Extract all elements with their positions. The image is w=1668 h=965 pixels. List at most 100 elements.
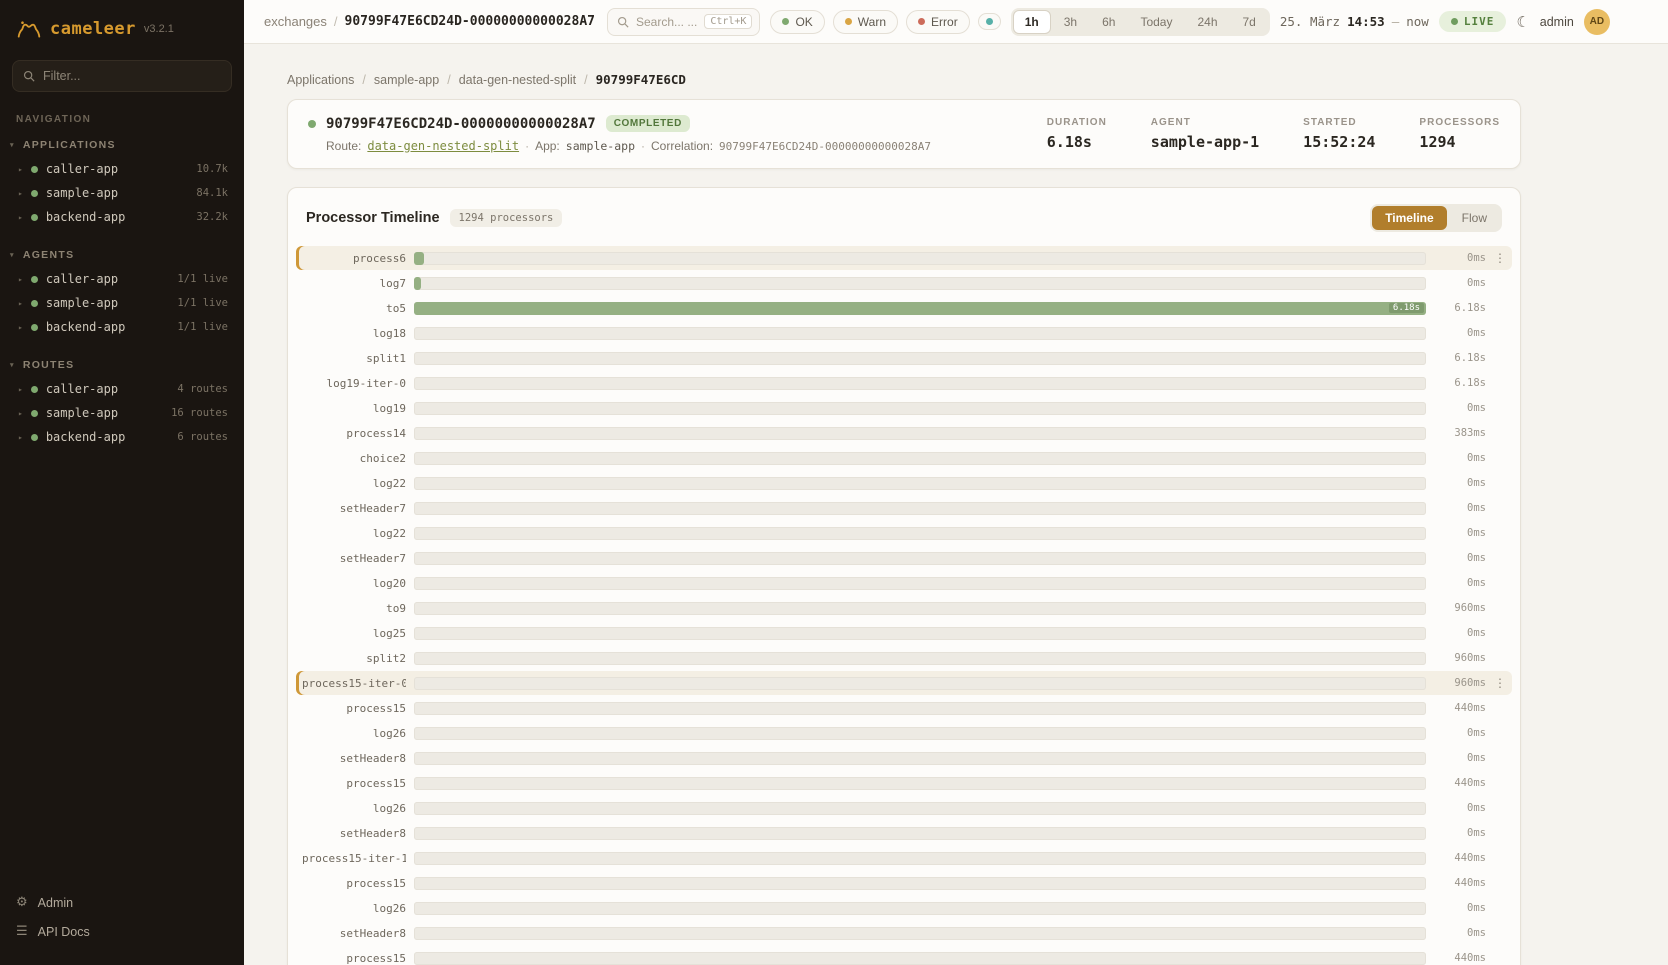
timeline-row-process15[interactable]: process15 440ms ⋮	[296, 871, 1512, 895]
sidebar-item-sample-app[interactable]: ▸ sample-app 84.1k	[0, 181, 244, 205]
sidebar-item-backend-app[interactable]: ▸ backend-app 1/1 live	[0, 315, 244, 339]
duration-value: 960ms	[1434, 652, 1486, 664]
sidebar-item-label: backend-app	[46, 430, 125, 444]
timeline-row-process6[interactable]: process6 0ms ⋮	[296, 246, 1512, 270]
search-placeholder: Search... ...	[636, 15, 697, 29]
processor-name: process14	[302, 427, 406, 440]
exchange-info: 90799F47E6CD24D-00000000000028A7 COMPLET…	[308, 115, 931, 153]
range-7d[interactable]: 7d	[1231, 10, 1268, 34]
dark-mode-toggle-icon[interactable]: ☾	[1516, 13, 1529, 31]
timeline-track	[414, 927, 1426, 940]
user-menu[interactable]: admin	[1540, 15, 1574, 29]
timeline-row-process15[interactable]: process15 440ms ⋮	[296, 696, 1512, 720]
timeline-row-log22[interactable]: log22 0ms ⋮	[296, 521, 1512, 545]
breadcrumb-data-gen-nested-split[interactable]: data-gen-nested-split	[459, 73, 576, 87]
filter-pill-extra[interactable]	[978, 13, 1001, 30]
timeline-row-log26[interactable]: log26 0ms ⋮	[296, 796, 1512, 820]
chevron-right-icon: ▸	[18, 189, 23, 198]
timeline-row-setHeader7[interactable]: setHeader7 0ms ⋮	[296, 546, 1512, 570]
breadcrumb-Applications[interactable]: Applications	[287, 73, 354, 87]
duration-value: 960ms	[1434, 602, 1486, 614]
status-dot-icon	[31, 214, 38, 221]
timeline-row-process15[interactable]: process15 440ms ⋮	[296, 946, 1512, 965]
timeline-row-process15[interactable]: process15 440ms ⋮	[296, 771, 1512, 795]
timeline-row-choice2[interactable]: choice2 0ms ⋮	[296, 446, 1512, 470]
range-24h[interactable]: 24h	[1185, 10, 1229, 34]
timeline-row-setHeader8[interactable]: setHeader8 0ms ⋮	[296, 821, 1512, 845]
timeline-row-split2[interactable]: split2 960ms ⋮	[296, 646, 1512, 670]
chevron-right-icon: ▸	[18, 165, 23, 174]
timeline-row-setHeader8[interactable]: setHeader8 0ms ⋮	[296, 746, 1512, 770]
timeline-row-to9[interactable]: to9 960ms ⋮	[296, 596, 1512, 620]
row-menu-icon[interactable]: ⋮	[1494, 251, 1506, 265]
timeline-row-log7[interactable]: log7 0ms ⋮	[296, 271, 1512, 295]
range-1h[interactable]: 1h	[1013, 10, 1051, 34]
tab-flow[interactable]: Flow	[1449, 206, 1500, 230]
exchange-meta: Route: data-gen-nested-split · App: samp…	[326, 139, 931, 153]
sidebar-section-header[interactable]: ▾ ROUTES	[0, 355, 244, 377]
timeline-row-process14[interactable]: process14 383ms ⋮	[296, 421, 1512, 445]
range-today[interactable]: Today	[1128, 10, 1184, 34]
timeline-row-log25[interactable]: log25 0ms ⋮	[296, 621, 1512, 645]
chevron-right-icon: ▸	[18, 275, 23, 284]
timeline-row-to5[interactable]: to5 6.18s 6.18s ⋮	[296, 296, 1512, 320]
filter-pill-warn[interactable]: Warn	[833, 10, 898, 34]
sidebar-item-badge: 16 routes	[171, 407, 228, 419]
avatar[interactable]: AD	[1584, 9, 1610, 35]
sidebar-item-caller-app[interactable]: ▸ caller-app 1/1 live	[0, 267, 244, 291]
sidebar-section-header[interactable]: ▾ AGENTS	[0, 245, 244, 267]
timeline-row-split1[interactable]: split1 6.18s ⋮	[296, 346, 1512, 370]
filter-pill-ok[interactable]: OK	[770, 10, 824, 34]
search-icon	[23, 70, 35, 82]
timeline-track	[414, 502, 1426, 515]
sidebar-item-sample-app[interactable]: ▸ sample-app 1/1 live	[0, 291, 244, 315]
sidebar-item-caller-app[interactable]: ▸ caller-app 4 routes	[0, 377, 244, 401]
timeline-row-log19[interactable]: log19 0ms ⋮	[296, 396, 1512, 420]
range-3h[interactable]: 3h	[1052, 10, 1089, 34]
sidebar-item-caller-app[interactable]: ▸ caller-app 10.7k	[0, 157, 244, 181]
stat-value: 6.18s	[1047, 133, 1107, 151]
timeline-row-process15-iter-0[interactable]: process15-iter-0 960ms ⋮	[296, 671, 1512, 695]
timeline-card: Processor Timeline 1294 processors Timel…	[287, 187, 1521, 965]
breadcrumb-exchanges[interactable]: exchanges	[264, 14, 327, 29]
timeline-row-process15-iter-1[interactable]: process15-iter-1 440ms ⋮	[296, 846, 1512, 870]
timeline-row-log26[interactable]: log26 0ms ⋮	[296, 896, 1512, 920]
live-toggle[interactable]: LIVE	[1439, 11, 1507, 32]
stat-label: PROCESSORS	[1419, 117, 1500, 128]
duration-value: 0ms	[1434, 577, 1486, 589]
sidebar-item-api-docs[interactable]: ☰ API Docs	[16, 924, 228, 939]
duration-value: 0ms	[1434, 927, 1486, 939]
row-menu-icon[interactable]: ⋮	[1494, 676, 1506, 690]
duration-bar	[414, 277, 421, 290]
breadcrumb-sample-app[interactable]: sample-app	[374, 73, 439, 87]
timeline-row-setHeader8[interactable]: setHeader8 0ms ⋮	[296, 921, 1512, 945]
timeline-row-log20[interactable]: log20 0ms ⋮	[296, 571, 1512, 595]
sidebar-section-header[interactable]: ▾ APPLICATIONS	[0, 135, 244, 157]
sidebar-item-sample-app[interactable]: ▸ sample-app 16 routes	[0, 401, 244, 425]
sidebar-item-label: backend-app	[46, 320, 125, 334]
timeline-row-log18[interactable]: log18 0ms ⋮	[296, 321, 1512, 345]
duration-value: 0ms	[1434, 752, 1486, 764]
route-link[interactable]: data-gen-nested-split	[367, 139, 519, 153]
processor-name: to5	[302, 302, 406, 315]
timeline-row-log26[interactable]: log26 0ms ⋮	[296, 721, 1512, 745]
range-6h[interactable]: 6h	[1090, 10, 1127, 34]
sidebar-item-backend-app[interactable]: ▸ backend-app 6 routes	[0, 425, 244, 449]
duration-value: 440ms	[1434, 877, 1486, 889]
timeline-row-log22[interactable]: log22 0ms ⋮	[296, 471, 1512, 495]
breadcrumb-separator: /	[334, 14, 338, 29]
sidebar-item-badge: 4 routes	[177, 383, 228, 395]
tab-timeline[interactable]: Timeline	[1372, 206, 1446, 230]
duration-value: 0ms	[1434, 827, 1486, 839]
nav-label: NAVIGATION	[0, 106, 244, 135]
timeline-row-setHeader7[interactable]: setHeader7 0ms ⋮	[296, 496, 1512, 520]
search-input[interactable]: Search... ... Ctrl+K	[607, 8, 760, 36]
sidebar-filter-input[interactable]: Filter...	[12, 60, 232, 92]
timeline-row-log19-iter-0[interactable]: log19-iter-0 6.18s ⋮	[296, 371, 1512, 395]
filter-pill-error[interactable]: Error	[906, 10, 970, 34]
breadcrumb-separator: /	[584, 73, 587, 87]
sidebar-item-backend-app[interactable]: ▸ backend-app 32.2k	[0, 205, 244, 229]
processor-name: log26	[302, 727, 406, 740]
sidebar-item-admin[interactable]: ⚙ Admin	[16, 895, 228, 910]
status-dot-icon	[918, 18, 925, 25]
